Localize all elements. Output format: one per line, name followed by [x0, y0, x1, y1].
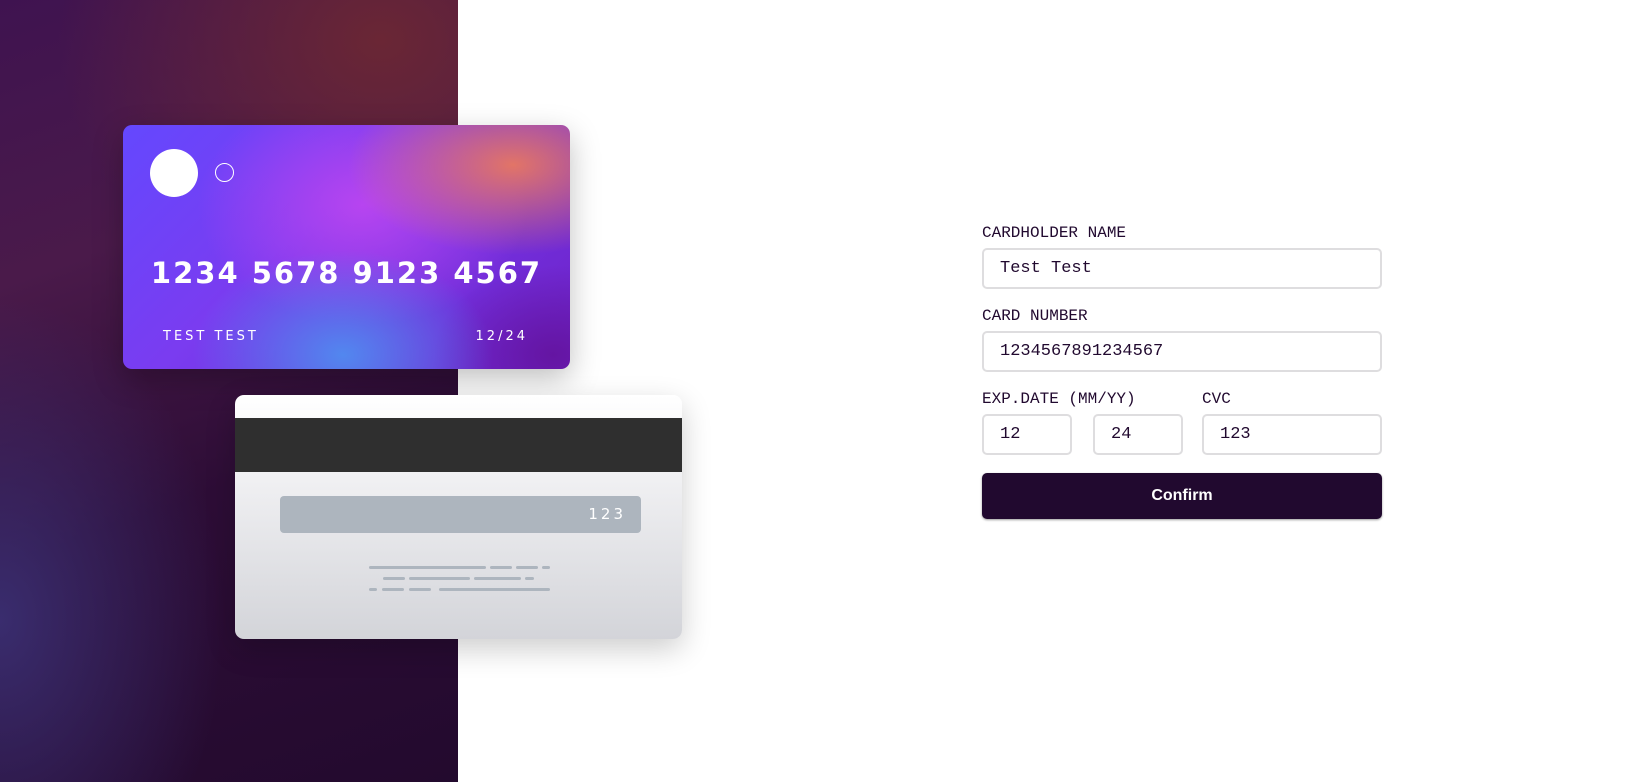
expiry-label: EXP.DATE (MM/YY) — [982, 390, 1136, 408]
expiry-inputs — [982, 414, 1183, 455]
fine-print-line — [516, 566, 538, 569]
fine-print-line — [383, 577, 405, 580]
fine-print-line — [525, 577, 534, 580]
card-front-expiry: 12/24 — [475, 329, 528, 344]
expiry-group: EXP.DATE (MM/YY) — [982, 390, 1183, 455]
card-number-group: CARD NUMBER — [982, 307, 1382, 372]
card-number-input[interactable] — [982, 331, 1382, 372]
card-back: 123 — [235, 395, 682, 639]
card-back-fine-print — [235, 566, 682, 596]
fine-print-line — [474, 577, 521, 580]
fine-print-line — [369, 588, 377, 591]
card-front-number: 1234 5678 9123 4567 — [150, 256, 543, 290]
cvc-input[interactable] — [1202, 414, 1382, 455]
cardholder-group: CARDHOLDER NAME — [982, 224, 1382, 289]
card-number-label: CARD NUMBER — [982, 307, 1088, 325]
cvc-group: CVC — [1202, 390, 1382, 455]
fine-print-line — [490, 566, 512, 569]
confirm-button[interactable]: Confirm — [982, 473, 1382, 519]
left-decorative-panel — [0, 0, 458, 782]
card-front-name: TEST TEST — [163, 329, 259, 344]
expiry-month-input[interactable] — [982, 414, 1072, 455]
card-logo-small-circle — [215, 163, 234, 182]
card-back-magnetic-stripe — [235, 418, 682, 472]
fine-print-line — [382, 588, 404, 591]
expiry-cvc-row: EXP.DATE (MM/YY) CVC — [982, 390, 1382, 455]
card-logo-big-circle — [150, 149, 198, 197]
fine-print-line — [439, 588, 550, 591]
cardholder-name-input[interactable] — [982, 248, 1382, 289]
fine-print-line — [369, 566, 486, 569]
card-back-cvc: 123 — [280, 496, 641, 533]
fine-print-line — [542, 566, 550, 569]
fine-print-line — [409, 588, 431, 591]
expiry-year-input[interactable] — [1093, 414, 1183, 455]
card-front: 1234 5678 9123 4567 TEST TEST 12/24 — [123, 125, 570, 369]
cvc-label: CVC — [1202, 390, 1231, 408]
cardholder-label: CARDHOLDER NAME — [982, 224, 1127, 242]
card-details-form: CARDHOLDER NAME CARD NUMBER EXP.DATE (MM… — [982, 224, 1382, 519]
fine-print-line — [409, 577, 470, 580]
